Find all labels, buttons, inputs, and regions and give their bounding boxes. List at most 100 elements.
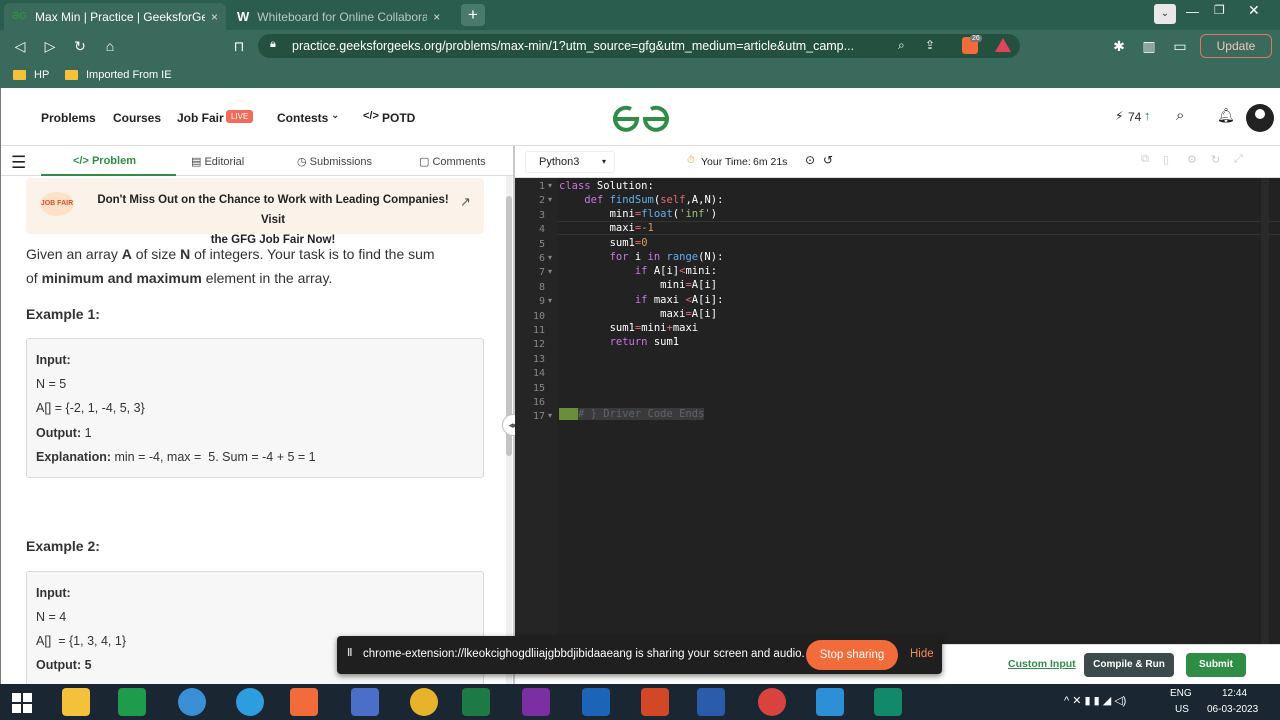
hide-button[interactable]: Hide bbox=[910, 648, 934, 660]
bookmark-imported[interactable]: Imported From IE bbox=[65, 69, 172, 81]
fold-icon[interactable]: ▾ bbox=[548, 411, 552, 420]
windows-taskbar: ^ ✕ ▮ ▮ ◢ ◁) ENG US 12:44 06-03-2023 bbox=[0, 684, 1280, 720]
nav-courses[interactable]: Courses bbox=[113, 111, 161, 125]
active-line-highlight bbox=[557, 221, 1280, 235]
brave-icon[interactable] bbox=[290, 688, 318, 716]
example2-arr: A[] = {1, 3, 4, 1} bbox=[36, 634, 126, 648]
close-icon[interactable]: × bbox=[433, 10, 440, 24]
drag-handle-icon[interactable]: ‖ bbox=[347, 647, 352, 659]
tab-comments[interactable]: ▢ Comments bbox=[419, 155, 486, 168]
vscode-icon[interactable] bbox=[816, 688, 844, 716]
bell-icon[interactable]: 🔔︎ bbox=[1217, 107, 1235, 124]
wallet-icon[interactable]: ▭ bbox=[1170, 36, 1190, 56]
zoom-icon[interactable]: ⌕ bbox=[898, 38, 905, 53]
tab-editorial[interactable]: ▤ Editorial bbox=[191, 155, 244, 168]
fold-icon[interactable]: ▾ bbox=[548, 181, 552, 190]
outlook-icon[interactable] bbox=[582, 688, 610, 716]
line-gutter: 1 ▾ 2 ▾ 3 4 5 6 ▾ 7 ▾ 8 9 ▾ 10 11 12 13 14 15 16 17 ▾ bbox=[515, 178, 557, 644]
job-fair-banner[interactable]: JOB FAIR Don't Miss Out on the Chance to… bbox=[26, 178, 484, 246]
code-line: sum1=mini+maxi bbox=[559, 322, 699, 334]
nav-problems[interactable]: Problems bbox=[41, 111, 96, 125]
editor-scrollbar[interactable] bbox=[1261, 178, 1269, 644]
nav-contests[interactable]: Contests bbox=[277, 111, 328, 125]
update-button[interactable]: Update bbox=[1200, 34, 1272, 58]
submit-button[interactable]: Submit bbox=[1186, 653, 1246, 677]
onenote-icon[interactable] bbox=[522, 688, 550, 716]
tab-max-min[interactable]: ƏG Max Min | Practice | GeeksforGeeks × bbox=[4, 3, 226, 30]
windows-start-icon[interactable] bbox=[12, 693, 32, 713]
tab-submissions[interactable]: ◷ Submissions bbox=[297, 155, 372, 168]
file-explorer-icon[interactable] bbox=[62, 688, 90, 716]
forward-icon[interactable]: ▷ bbox=[40, 36, 60, 56]
reset-timer-icon[interactable]: ↺ bbox=[823, 153, 833, 167]
nav-job-fair[interactable]: Job Fair bbox=[177, 111, 224, 125]
copy-icon[interactable]: ⧉ bbox=[1141, 153, 1149, 166]
code-line: if A[i]<mini: bbox=[634, 265, 718, 277]
nav-potd[interactable]: POTD bbox=[382, 111, 415, 125]
store-icon[interactable] bbox=[118, 688, 146, 716]
search-icon[interactable]: ⌕ bbox=[1176, 107, 1184, 124]
fold-icon[interactable]: ▾ bbox=[548, 195, 552, 204]
file-icon[interactable]: ▯ bbox=[1163, 153, 1169, 166]
tab-search-icon[interactable]: ⌄ bbox=[1154, 4, 1176, 24]
active-tab-underline bbox=[41, 174, 176, 176]
fold-icon[interactable]: ▾ bbox=[548, 296, 552, 305]
fullscreen-icon[interactable]: ⤢ bbox=[1234, 153, 1243, 166]
avatar[interactable] bbox=[1246, 104, 1274, 132]
menu-icon[interactable]: ☰ bbox=[11, 153, 26, 173]
code-editor[interactable]: 1 ▾ 2 ▾ 3 4 5 6 ▾ 7 ▾ 8 9 ▾ 10 11 12 13 14 15 16 17 ▾ class So… bbox=[515, 178, 1280, 644]
tab-problem[interactable]: </> Problem bbox=[73, 155, 136, 167]
code-line: return sum1 bbox=[609, 336, 680, 348]
address-bar[interactable]: 🔒︎ practice.geeksforgeeks.org/problems/m… bbox=[258, 34, 1020, 58]
folder-icon bbox=[13, 70, 26, 81]
refresh-icon[interactable]: ↻ bbox=[1211, 153, 1220, 166]
fold-icon[interactable]: ▾ bbox=[548, 253, 552, 262]
minimize-icon[interactable]: — bbox=[1186, 4, 1199, 19]
weather-icon[interactable] bbox=[178, 688, 206, 716]
edge-icon[interactable] bbox=[236, 688, 264, 716]
line-number: 11 bbox=[532, 325, 545, 336]
example1-arr: A[] = {-2, 1, -4, 5, 3} bbox=[36, 401, 145, 415]
back-icon[interactable]: ◁ bbox=[10, 36, 30, 56]
language-select[interactable]: Python3 ▾ bbox=[525, 151, 615, 173]
powerpoint-icon[interactable] bbox=[641, 688, 669, 716]
line-number: 3 bbox=[538, 209, 545, 221]
settings-icon[interactable]: ⚙︎ bbox=[1187, 153, 1197, 166]
app-icon[interactable] bbox=[758, 688, 786, 716]
lang-indicator[interactable]: ENG bbox=[1170, 688, 1192, 699]
compile-run-button[interactable]: Compile & Run bbox=[1084, 653, 1174, 677]
new-tab-button[interactable]: + bbox=[461, 4, 485, 26]
restore-icon[interactable]: ❐ bbox=[1214, 3, 1225, 17]
editor-header: Python3 ▾ ⏱︎ Your Time: 6m 21s ⊙ ↺ ⧉ ▯ ⚙︎… bbox=[515, 146, 1280, 178]
close-window-icon[interactable]: ✕ bbox=[1248, 2, 1260, 19]
fold-icon[interactable]: ▾ bbox=[548, 267, 552, 276]
chrome-icon[interactable] bbox=[410, 688, 438, 716]
play-icon[interactable]: ⊙ bbox=[805, 153, 815, 167]
extensions-icon[interactable]: ✱ bbox=[1109, 36, 1129, 56]
browser-tab-bar: ƏG Max Min | Practice | GeeksforGeeks × … bbox=[0, 0, 1280, 30]
site-topnav: Problems Courses Job Fair LIVE Contests … bbox=[1, 88, 1280, 146]
settings-app-icon[interactable] bbox=[351, 688, 379, 716]
share-icon[interactable]: ⇪ bbox=[925, 38, 935, 52]
sidebar-icon[interactable]: ▥ bbox=[1139, 36, 1159, 56]
bookmark-icon[interactable]: ⊓ bbox=[229, 36, 249, 56]
gfg-logo[interactable] bbox=[611, 103, 671, 133]
clock-time[interactable]: 12:44 bbox=[1222, 688, 1247, 699]
word-icon[interactable] bbox=[697, 688, 725, 716]
line-number: 14 bbox=[532, 368, 545, 380]
brave-rewards-icon[interactable] bbox=[995, 38, 1011, 52]
code-line: mini=float('inf') bbox=[559, 208, 718, 220]
reload-icon[interactable]: ↻ bbox=[70, 36, 90, 56]
tray-icons[interactable]: ^ ✕ ▮ ▮ ◢ ◁) bbox=[1064, 694, 1126, 707]
meeting-icon[interactable] bbox=[874, 688, 902, 716]
external-link-icon[interactable]: ↗ bbox=[460, 194, 471, 210]
custom-input-link[interactable]: Custom Input bbox=[1008, 658, 1076, 670]
stop-sharing-button[interactable]: Stop sharing bbox=[806, 640, 898, 670]
line-number: 10 bbox=[532, 310, 545, 322]
home-icon[interactable]: ⌂ bbox=[100, 36, 120, 56]
tab-whiteboard[interactable]: W Whiteboard for Online Collaboration | … bbox=[229, 3, 453, 30]
example2-heading: Example 2: bbox=[26, 538, 100, 554]
excel-icon[interactable] bbox=[462, 688, 490, 716]
close-icon[interactable]: × bbox=[211, 10, 218, 24]
bookmark-hp[interactable]: HP bbox=[13, 69, 49, 81]
